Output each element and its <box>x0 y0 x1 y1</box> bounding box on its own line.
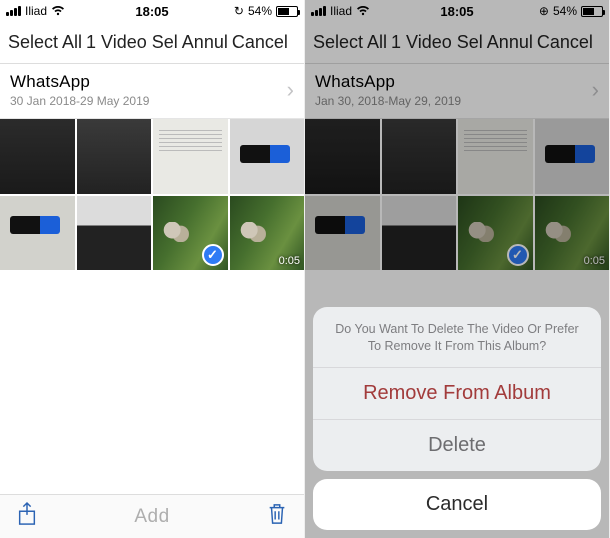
photo-thumbnail[interactable] <box>458 119 533 194</box>
trash-button[interactable] <box>266 501 288 532</box>
rotation-lock-icon: ↻ <box>234 4 244 18</box>
photo-thumbnail[interactable] <box>535 119 610 194</box>
photo-thumbnail[interactable] <box>0 196 75 271</box>
sheet-message: Do You Want To Delete The Video Or Prefe… <box>313 307 601 368</box>
battery-icon <box>276 6 298 17</box>
selected-check-icon: ✓ <box>507 244 529 266</box>
delete-button[interactable]: Delete <box>313 420 601 471</box>
battery-pct: 54% <box>553 4 577 18</box>
photo-thumbnail[interactable] <box>305 196 380 271</box>
signal-icon <box>6 6 21 16</box>
thumbnail-grid: ✓ 0:05 <box>305 119 609 270</box>
selection-count: 1 Video Sel <box>391 32 483 53</box>
bottom-toolbar: Add <box>0 494 304 538</box>
photo-thumbnail[interactable] <box>382 196 457 271</box>
chevron-right-icon: › <box>287 77 294 103</box>
delete-action-sheet: Do You Want To Delete The Video Or Prefe… <box>313 307 601 530</box>
chevron-right-icon: › <box>592 77 599 103</box>
carrier-label: Iliad <box>25 4 47 18</box>
photo-thumbnail[interactable] <box>305 119 380 194</box>
carrier-label: Iliad <box>330 4 352 18</box>
remove-from-album-button[interactable]: Remove From Album <box>313 368 601 420</box>
video-duration: 0:05 <box>279 255 300 267</box>
video-thumbnail[interactable]: 0:05 <box>535 196 610 271</box>
alarm-icon: ⊕ <box>539 4 549 18</box>
photo-thumbnail[interactable] <box>77 119 152 194</box>
video-thumbnail-selected[interactable]: ✓ <box>153 196 228 271</box>
album-title: WhatsApp <box>315 72 461 92</box>
add-to-button[interactable]: Add <box>134 506 169 528</box>
clock: 18:05 <box>440 4 473 19</box>
selected-check-icon: ✓ <box>202 244 224 266</box>
selection-count: 1 Video Sel <box>86 32 178 53</box>
thumbnail-grid: ✓ 0:05 <box>0 119 304 270</box>
album-date-range: 30 Jan 2018-29 May 2019 <box>10 94 149 108</box>
cancel-button[interactable]: Cancel <box>537 32 593 53</box>
annul-button[interactable]: Annul <box>487 32 533 53</box>
photo-thumbnail[interactable] <box>382 119 457 194</box>
status-bar: Iliad 18:05 ⊕ 54% <box>305 0 609 22</box>
share-button[interactable] <box>16 501 38 532</box>
battery-icon <box>581 6 603 17</box>
photo-thumbnail[interactable] <box>77 196 152 271</box>
sheet-cancel-button[interactable]: Cancel <box>313 479 601 530</box>
clock: 18:05 <box>135 4 168 19</box>
left-screen: Iliad 18:05 ↻ 54% Select All 1 Video Sel… <box>0 0 305 538</box>
album-date-range: Jan 30, 2018-May 29, 2019 <box>315 94 461 108</box>
select-all-button[interactable]: Select All <box>313 32 387 53</box>
video-thumbnail[interactable]: 0:05 <box>230 196 305 271</box>
annul-button[interactable]: Annul <box>182 32 228 53</box>
right-screen: Iliad 18:05 ⊕ 54% Select All 1 Video Sel… <box>305 0 610 538</box>
album-header[interactable]: WhatsApp Jan 30, 2018-May 29, 2019 › <box>305 64 609 119</box>
album-title: WhatsApp <box>10 72 149 92</box>
wifi-icon <box>356 4 370 19</box>
photo-thumbnail[interactable] <box>0 119 75 194</box>
status-bar: Iliad 18:05 ↻ 54% <box>0 0 304 22</box>
wifi-icon <box>51 4 65 19</box>
photo-thumbnail[interactable] <box>153 119 228 194</box>
album-header[interactable]: WhatsApp 30 Jan 2018-29 May 2019 › <box>0 64 304 119</box>
signal-icon <box>311 6 326 16</box>
cancel-button[interactable]: Cancel <box>232 32 288 53</box>
nav-bar: Select All 1 Video Sel Annul Cancel <box>0 22 304 64</box>
video-duration: 0:05 <box>584 255 605 267</box>
battery-pct: 54% <box>248 4 272 18</box>
photo-thumbnail[interactable] <box>230 119 305 194</box>
select-all-button[interactable]: Select All <box>8 32 82 53</box>
video-thumbnail-selected[interactable]: ✓ <box>458 196 533 271</box>
nav-bar: Select All 1 Video Sel Annul Cancel <box>305 22 609 64</box>
